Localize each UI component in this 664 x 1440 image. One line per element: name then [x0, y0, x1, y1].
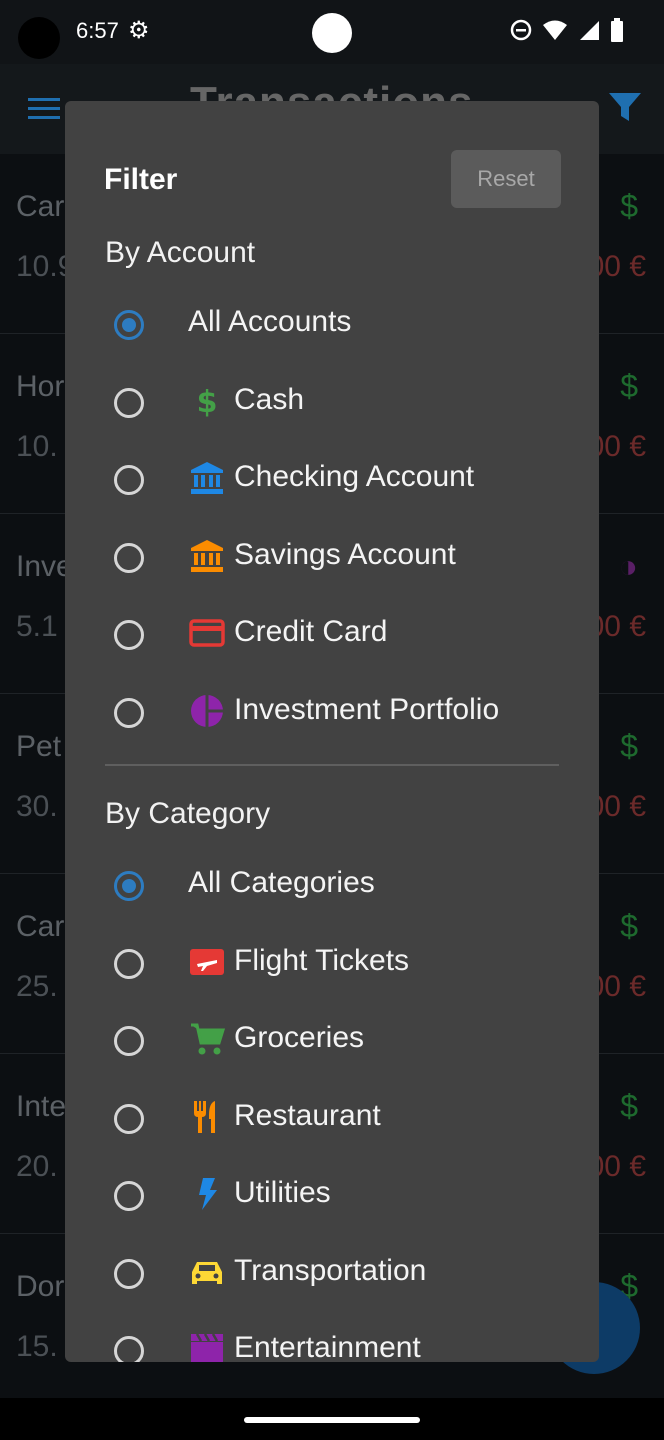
account-icon: $: [620, 1088, 638, 1124]
radio-unselected[interactable]: [114, 620, 144, 650]
transaction-date: 25.: [16, 970, 58, 1003]
filter-option[interactable]: Flight Tickets: [65, 927, 599, 1004]
radio-unselected[interactable]: [114, 387, 144, 418]
account-icon: $: [620, 368, 638, 404]
option-label: Credit Card: [234, 615, 388, 648]
option-label: Savings Account: [234, 537, 456, 571]
account-icon: $: [620, 728, 638, 764]
status-time: 6:57: [76, 18, 119, 43]
reset-button[interactable]: Reset: [451, 150, 561, 208]
radio-unselected[interactable]: [114, 1026, 144, 1056]
transaction-name: Car: [16, 910, 65, 943]
section-divider: [105, 764, 559, 766]
filter-option[interactable]: Credit Card: [65, 598, 599, 675]
status-icons: [510, 18, 624, 42]
filter-option[interactable]: Checking Account: [65, 443, 599, 520]
pie-chart-icon: [189, 693, 225, 729]
account-icon: $: [620, 908, 638, 944]
option-label: Transportation: [234, 1253, 427, 1287]
bank-icon: [189, 460, 225, 496]
transaction-date: 15.: [16, 1330, 58, 1363]
radio-unselected[interactable]: [114, 465, 144, 495]
filter-option[interactable]: Investment Portfolio: [65, 676, 599, 753]
option-label: Groceries: [234, 1021, 365, 1054]
radio-unselected[interactable]: [114, 697, 144, 728]
transaction-date: 5.1: [16, 610, 58, 643]
transaction-date: 30.: [16, 790, 58, 823]
dialog-title: Filter: [104, 163, 178, 196]
camera-cutout: [18, 17, 60, 59]
transaction-date: 10.: [16, 430, 58, 463]
status-bar: 6:57 ⚙: [0, 0, 664, 64]
transaction-name: Dor: [16, 1270, 65, 1303]
radio-unselected[interactable]: [114, 1181, 144, 1211]
home-handle[interactable]: [244, 1417, 420, 1423]
credit-card-icon: [189, 615, 225, 651]
option-label: All Accounts: [188, 305, 352, 338]
account-icon: $: [620, 188, 638, 224]
filter-dialog: Filter Reset By Account All Accounts $ Cas…: [65, 101, 599, 1362]
transaction-name: Inte: [16, 1090, 67, 1123]
account-section-heading: By Account: [105, 236, 256, 269]
filter-option[interactable]: Groceries: [65, 1004, 599, 1081]
filter-option[interactable]: All Categories: [65, 849, 599, 926]
filter-option[interactable]: Transportation: [65, 1237, 599, 1314]
option-label: Utilities: [234, 1176, 331, 1209]
wifi-icon: [543, 20, 567, 40]
radio-selected[interactable]: [114, 310, 144, 340]
option-label: Investment Portfolio: [234, 692, 500, 726]
cart-icon: [189, 1021, 226, 1057]
filter-option[interactable]: Restaurant: [65, 1082, 599, 1159]
bank-icon: [189, 538, 225, 574]
filter-option[interactable]: Entertainment: [65, 1314, 599, 1362]
bolt-icon: [189, 1176, 225, 1212]
car-icon: [189, 1254, 225, 1290]
option-label: Restaurant: [234, 1098, 381, 1132]
filter-icon[interactable]: [608, 92, 642, 122]
movie-icon: [189, 1331, 225, 1362]
option-label: Flight Tickets: [234, 943, 410, 977]
menu-icon[interactable]: [28, 98, 60, 120]
flight-icon: [189, 944, 225, 980]
transaction-name: Car: [16, 190, 65, 223]
do-not-disturb-icon: [510, 19, 532, 41]
status-dot-icon: [312, 13, 352, 53]
option-label: Entertainment: [234, 1331, 421, 1362]
radio-unselected[interactable]: [114, 1103, 144, 1134]
svg-text:$: $: [197, 385, 218, 419]
filter-option[interactable]: All Accounts: [65, 288, 599, 365]
option-label: Checking Account: [234, 460, 475, 493]
radio-selected[interactable]: [114, 871, 144, 901]
restaurant-icon: [189, 1099, 225, 1135]
settings-gear-icon: ⚙: [128, 17, 150, 44]
battery-icon: [611, 18, 623, 42]
transaction-name: Pet: [16, 730, 62, 763]
filter-option[interactable]: Savings Account: [65, 521, 599, 598]
signal-icon: [580, 21, 599, 40]
account-icon: ◑: [618, 548, 638, 584]
filter-option[interactable]: $ Cash: [65, 366, 599, 443]
transaction-date: 20.: [16, 1150, 58, 1183]
radio-unselected[interactable]: [114, 542, 144, 573]
option-label: All Categories: [188, 866, 375, 899]
transaction-name: Hor: [16, 370, 65, 403]
option-label: Cash: [234, 382, 305, 416]
radio-unselected[interactable]: [114, 948, 144, 979]
radio-unselected[interactable]: [114, 1336, 144, 1362]
cash-icon: $: [189, 383, 225, 420]
category-section-heading: By Category: [105, 797, 271, 830]
filter-option[interactable]: Utilities: [65, 1159, 599, 1236]
radio-unselected[interactable]: [114, 1258, 144, 1289]
